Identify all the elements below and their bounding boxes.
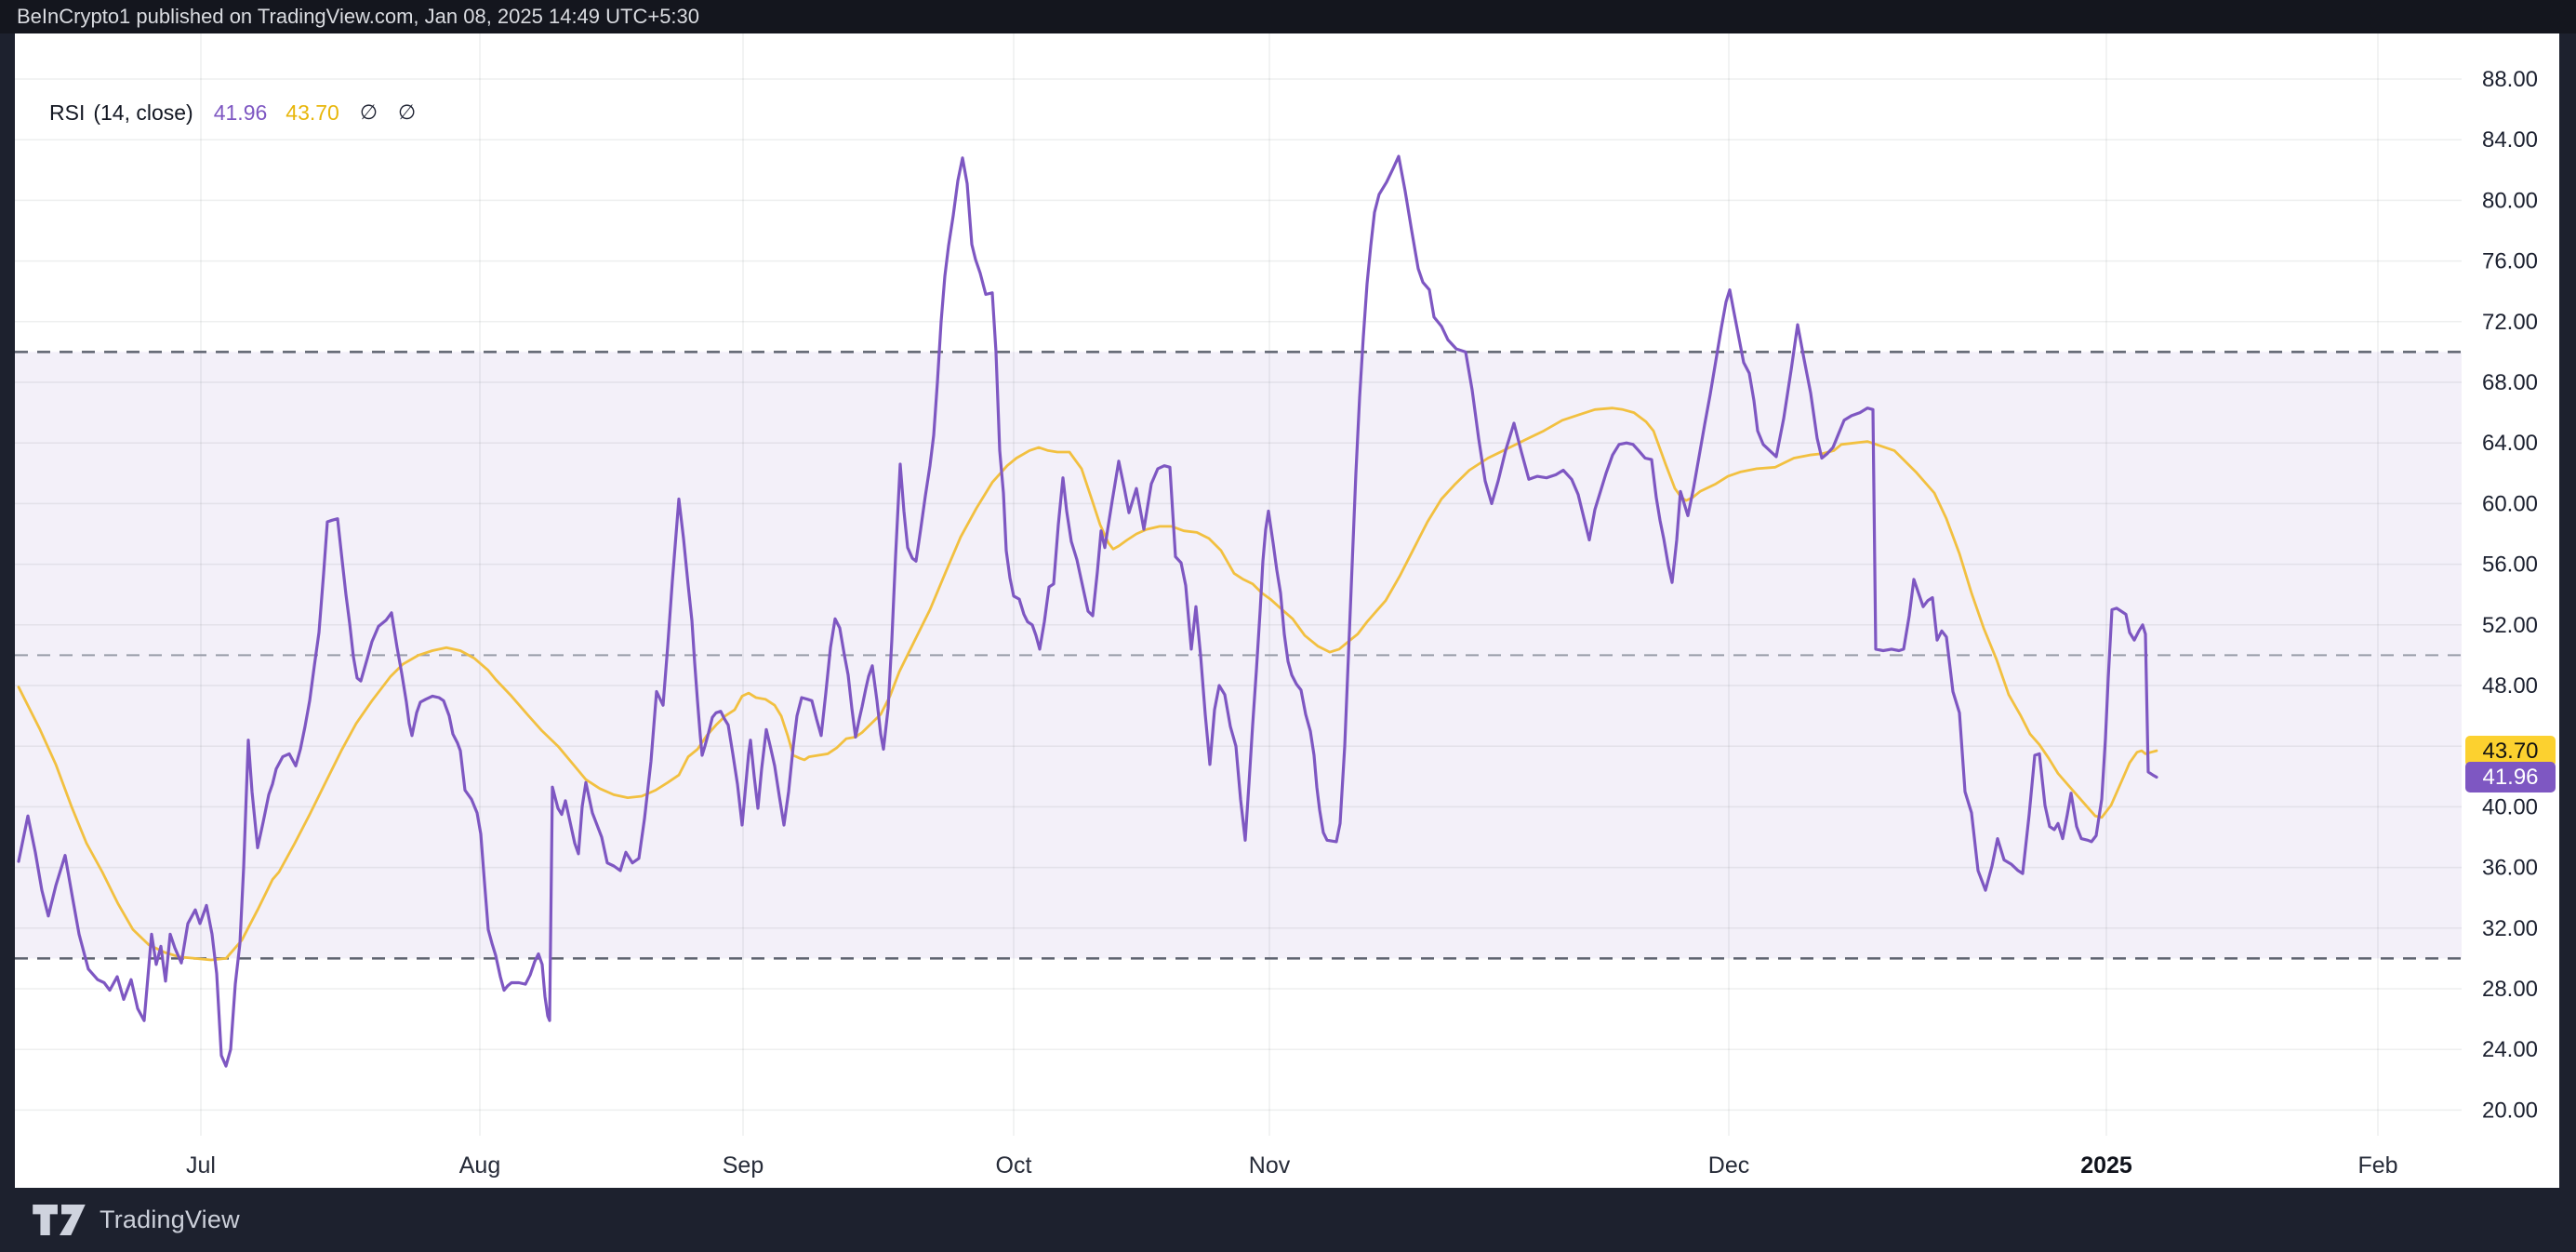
svg-text:28.00: 28.00 bbox=[2482, 977, 2538, 1002]
publish-top-bar: BeInCrypto1 published on TradingView.com… bbox=[0, 0, 2576, 33]
svg-text:Dec: Dec bbox=[1708, 1152, 1749, 1179]
svg-text:Sep: Sep bbox=[723, 1152, 764, 1179]
slash-circle-icon-1[interactable]: ∅ bbox=[360, 102, 378, 123]
x-axis[interactable]: Jul Aug Sep Oct Nov Dec 2025 Feb bbox=[186, 1152, 2398, 1179]
slash-circle-icon-2[interactable]: ∅ bbox=[398, 102, 416, 123]
indicator-params[interactable]: (14, close) bbox=[93, 100, 193, 126]
svg-text:40.00: 40.00 bbox=[2482, 794, 2538, 819]
svg-text:76.00: 76.00 bbox=[2482, 249, 2538, 274]
y-axis[interactable]: 88.00 84.00 80.00 76.00 72.00 68.00 64.00 60.00… bbox=[2482, 67, 2538, 1123]
svg-text:20.00: 20.00 bbox=[2482, 1098, 2538, 1123]
footer-bar: TradingView bbox=[0, 1188, 2576, 1252]
svg-text:72.00: 72.00 bbox=[2482, 310, 2538, 335]
svg-text:Nov: Nov bbox=[1249, 1152, 1291, 1179]
svg-text:48.00: 48.00 bbox=[2482, 673, 2538, 699]
svg-text:84.00: 84.00 bbox=[2482, 127, 2538, 153]
svg-text:Feb: Feb bbox=[2357, 1152, 2397, 1179]
svg-text:Aug: Aug bbox=[459, 1152, 500, 1179]
indicator-legend: RSI (14, close) 41.96 43.70 ∅ ∅ bbox=[49, 99, 416, 127]
svg-text:Oct: Oct bbox=[996, 1152, 1032, 1179]
rsi-price-label: 41.96 bbox=[2465, 762, 2556, 792]
publish-title: BeInCrypto1 published on TradingView.com… bbox=[0, 5, 699, 29]
svg-text:56.00: 56.00 bbox=[2482, 553, 2538, 578]
rsi-chart-plot[interactable]: 88.00 84.00 80.00 76.00 72.00 68.00 64.00 60.00… bbox=[15, 33, 2559, 1188]
chart-panel: 88.00 84.00 80.00 76.00 72.00 68.00 64.00 60.00… bbox=[15, 33, 2559, 1188]
svg-text:32.00: 32.00 bbox=[2482, 916, 2538, 941]
tradingview-logo-icon[interactable] bbox=[32, 1203, 87, 1237]
svg-text:52.00: 52.00 bbox=[2482, 613, 2538, 638]
svg-text:88.00: 88.00 bbox=[2482, 67, 2538, 92]
svg-text:2025: 2025 bbox=[2080, 1152, 2132, 1179]
tradingview-brand-text[interactable]: TradingView bbox=[100, 1205, 240, 1234]
svg-text:24.00: 24.00 bbox=[2482, 1037, 2538, 1062]
indicator-name[interactable]: RSI bbox=[49, 100, 85, 126]
svg-text:60.00: 60.00 bbox=[2482, 491, 2538, 516]
svg-text:36.00: 36.00 bbox=[2482, 856, 2538, 881]
svg-text:64.00: 64.00 bbox=[2482, 431, 2538, 456]
svg-text:80.00: 80.00 bbox=[2482, 188, 2538, 213]
ma-current-value: 43.70 bbox=[285, 100, 339, 126]
svg-text:68.00: 68.00 bbox=[2482, 370, 2538, 395]
svg-text:Jul: Jul bbox=[186, 1152, 216, 1179]
rsi-current-value: 41.96 bbox=[214, 100, 268, 126]
